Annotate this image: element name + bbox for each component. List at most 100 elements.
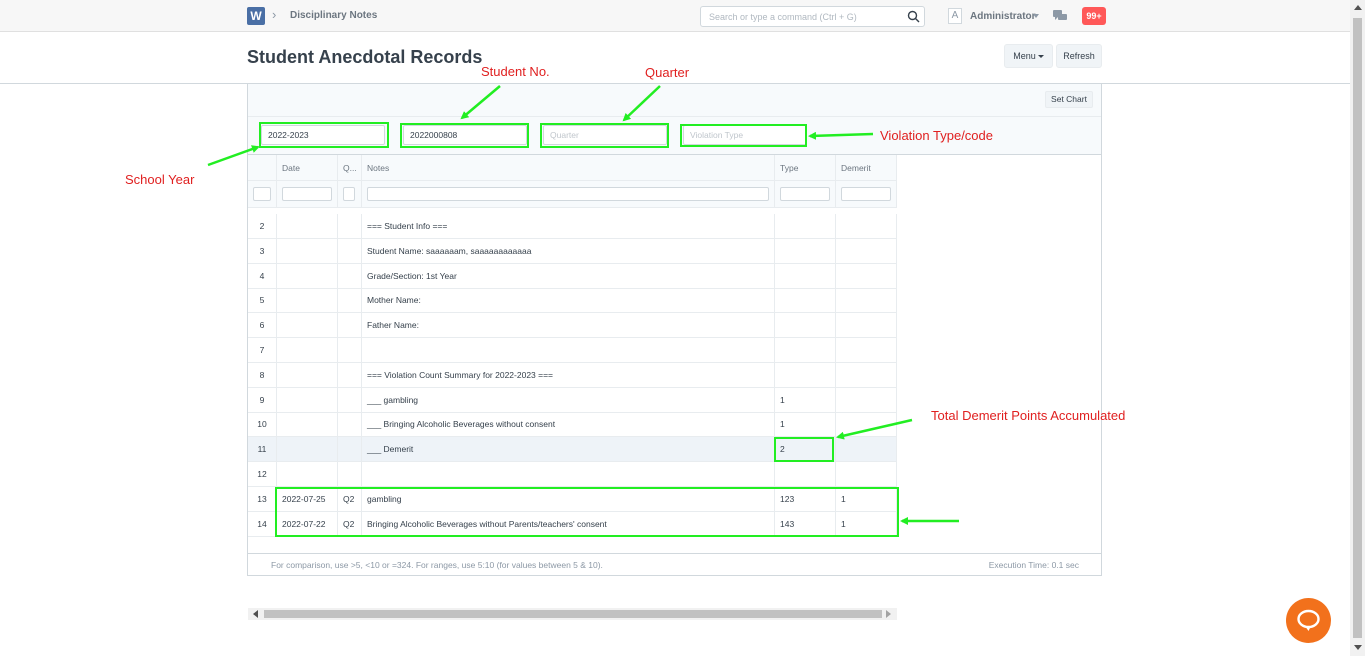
quarter-cell[interactable] <box>338 288 362 313</box>
search-icon[interactable] <box>907 10 920 23</box>
scroll-right-arrow[interactable] <box>886 610 891 618</box>
scroll-thumb[interactable] <box>264 610 882 618</box>
row-number-cell[interactable]: 8 <box>248 362 277 387</box>
scroll-down-arrow[interactable] <box>1354 645 1362 650</box>
row-number-cell[interactable]: 6 <box>248 313 277 338</box>
row-number-cell[interactable]: 4 <box>248 263 277 288</box>
quarter-cell[interactable] <box>338 313 362 338</box>
type-cell[interactable]: 1 <box>775 387 836 412</box>
row-number-cell[interactable]: 13 <box>248 486 277 511</box>
search-input[interactable]: Search or type a command (Ctrl + G) <box>700 6 925 27</box>
notes-cell[interactable]: ___ gambling <box>362 387 775 412</box>
column-header-type[interactable]: Type <box>775 155 836 180</box>
date-cell[interactable] <box>277 313 338 338</box>
date-cell[interactable] <box>277 387 338 412</box>
demerit-cell[interactable] <box>836 362 897 387</box>
date-filter-input[interactable] <box>282 187 332 201</box>
page-scrollbar[interactable] <box>1350 0 1365 656</box>
demerit-cell[interactable] <box>836 214 897 238</box>
date-cell[interactable] <box>277 338 338 362</box>
demerit-cell[interactable] <box>836 338 897 362</box>
date-cell[interactable] <box>277 263 338 288</box>
notes-cell[interactable]: Father Name: <box>362 313 775 338</box>
chat-widget-button[interactable] <box>1286 598 1331 643</box>
notes-cell[interactable]: ___ Demerit <box>362 437 775 462</box>
app-logo[interactable]: W <box>247 7 265 25</box>
date-cell[interactable] <box>277 238 338 263</box>
type-cell[interactable] <box>775 214 836 238</box>
row-number-cell[interactable]: 12 <box>248 462 277 486</box>
notes-cell[interactable]: Mother Name: <box>362 288 775 313</box>
user-menu[interactable]: Administrator <box>970 11 1036 22</box>
chat-icon[interactable] <box>1053 10 1067 22</box>
notes-cell[interactable] <box>362 338 775 362</box>
type-cell[interactable] <box>775 338 836 362</box>
quarter-cell[interactable] <box>338 437 362 462</box>
date-cell[interactable] <box>277 362 338 387</box>
table-row[interactable]: 4 Grade/Section: 1st Year <box>248 263 897 289</box>
demerit-cell[interactable] <box>836 238 897 263</box>
column-header-date[interactable]: Date <box>277 155 338 180</box>
user-avatar[interactable]: A <box>948 8 962 24</box>
date-cell[interactable] <box>277 288 338 313</box>
type-cell[interactable] <box>775 238 836 263</box>
type-cell[interactable] <box>775 313 836 338</box>
demerit-cell[interactable] <box>836 437 897 462</box>
table-row[interactable]: 2 === Student Info === <box>248 214 897 239</box>
notifications-badge[interactable]: 99+ <box>1082 7 1106 25</box>
row-number-cell[interactable]: 2 <box>248 214 277 238</box>
demerit-cell[interactable] <box>836 313 897 338</box>
demerit-cell[interactable] <box>836 288 897 313</box>
scroll-left-arrow[interactable] <box>253 610 258 618</box>
type-cell[interactable] <box>775 263 836 288</box>
column-header-quarter[interactable]: Q... <box>338 155 362 180</box>
row-filter-input[interactable] <box>253 187 271 201</box>
type-cell[interactable] <box>775 288 836 313</box>
notes-cell[interactable]: === Violation Count Summary for 2022-202… <box>362 362 775 387</box>
horizontal-scrollbar[interactable] <box>248 608 897 620</box>
notes-cell[interactable]: Student Name: saaaaaam, saaaaaaaaaaaa <box>362 238 775 263</box>
row-number-cell[interactable]: 7 <box>248 338 277 362</box>
breadcrumb-disciplinary-notes[interactable]: Disciplinary Notes <box>290 10 377 21</box>
menu-button[interactable]: Menu <box>1004 44 1053 68</box>
quarter-cell[interactable] <box>338 338 362 362</box>
date-cell[interactable] <box>277 462 338 486</box>
row-number-cell[interactable]: 14 <box>248 511 277 536</box>
table-row[interactable]: 5 Mother Name: <box>248 288 897 314</box>
quarter-cell[interactable] <box>338 362 362 387</box>
table-row[interactable]: 10 ___ Bringing Alcoholic Beverages witho… <box>248 412 897 438</box>
notes-cell[interactable]: ___ Bringing Alcoholic Beverages without… <box>362 412 775 437</box>
caret-down-icon[interactable] <box>1033 14 1039 18</box>
demerit-cell[interactable] <box>836 263 897 288</box>
column-header-notes[interactable]: Notes <box>362 155 775 180</box>
quarter-cell[interactable] <box>338 238 362 263</box>
date-cell[interactable] <box>277 412 338 437</box>
type-filter-input[interactable] <box>780 187 830 201</box>
row-number-cell[interactable]: 11 <box>248 437 277 462</box>
demerit-cell[interactable] <box>836 462 897 486</box>
table-row[interactable]: 8 === Violation Count Summary for 2022-20… <box>248 362 897 388</box>
page-scroll-thumb[interactable] <box>1353 18 1362 638</box>
notes-cell[interactable] <box>362 462 775 486</box>
notes-cell[interactable]: Grade/Section: 1st Year <box>362 263 775 288</box>
demerit-cell[interactable] <box>836 412 897 437</box>
quarter-cell[interactable] <box>338 387 362 412</box>
quarter-cell[interactable] <box>338 214 362 238</box>
date-cell[interactable] <box>277 437 338 462</box>
type-cell[interactable]: 1 <box>775 412 836 437</box>
set-chart-button[interactable]: Set Chart <box>1045 91 1093 108</box>
row-number-cell[interactable]: 10 <box>248 412 277 437</box>
type-cell[interactable] <box>775 462 836 486</box>
date-cell[interactable] <box>277 214 338 238</box>
type-cell[interactable] <box>775 362 836 387</box>
demerit-filter-input[interactable] <box>841 187 891 201</box>
table-row[interactable]: 7 <box>248 338 897 363</box>
table-row[interactable]: 3 Student Name: saaaaaam, saaaaaaaaaaaa <box>248 238 897 264</box>
notes-cell[interactable]: === Student Info === <box>362 214 775 238</box>
refresh-button[interactable]: Refresh <box>1056 44 1102 68</box>
quarter-filter-input[interactable] <box>343 187 355 201</box>
demerit-cell[interactable] <box>836 387 897 412</box>
row-number-cell[interactable]: 3 <box>248 238 277 263</box>
quarter-cell[interactable] <box>338 412 362 437</box>
table-row[interactable]: 9 ___ gambling 1 <box>248 387 897 413</box>
